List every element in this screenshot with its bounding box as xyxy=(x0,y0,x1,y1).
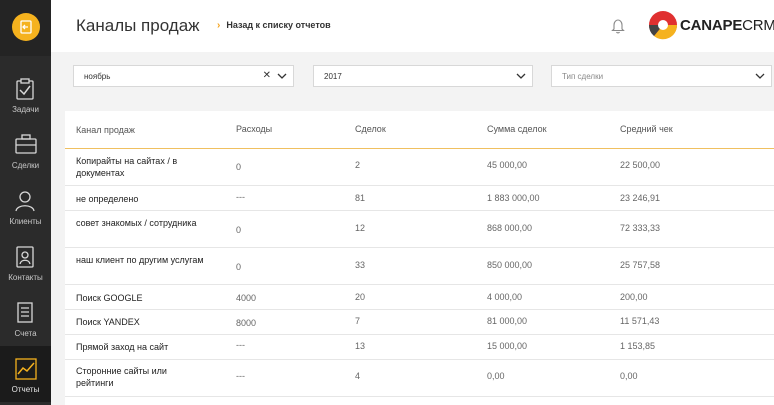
cell-sum: 868 000,00 xyxy=(487,223,533,233)
cell-expenses: 8000 xyxy=(236,318,257,328)
sidebar-item-label: Задачи xyxy=(12,105,39,114)
col-deal-sum[interactable]: Сумма сделок xyxy=(487,124,547,134)
col-average-check[interactable]: Средний чек xyxy=(620,124,673,134)
year-select[interactable]: 2017 xyxy=(313,65,533,87)
cell-average: 200,00 xyxy=(620,292,648,302)
contact-card-icon xyxy=(16,246,34,268)
sidebar: Задачи Сделки Клиенты Контакты Счета Отч… xyxy=(0,0,51,405)
sidebar-item-label: Сделки xyxy=(11,161,40,170)
sidebar-item-invoices[interactable]: Счета xyxy=(0,290,51,346)
chart-icon xyxy=(15,358,37,380)
cell-sum: 81 000,00 xyxy=(487,316,528,326)
cell-expenses: --- xyxy=(236,340,245,350)
sidebar-item-label: Клиенты xyxy=(9,217,42,226)
cell-average: 22 500,00 xyxy=(620,160,661,170)
cell-sum: 45 000,00 xyxy=(487,160,528,170)
sidebar-item-tasks[interactable]: Задачи xyxy=(0,66,51,122)
cell-average: 23 246,91 xyxy=(620,193,661,203)
sidebar-item-reports[interactable]: Отчеты xyxy=(0,346,51,402)
col-channel[interactable]: Канал продаж xyxy=(76,124,206,136)
cell-average: 72 333,33 xyxy=(620,223,661,233)
table-row: Копирайты на сайтах / в документах 0 2 4… xyxy=(65,149,774,186)
sidebar-item-clients[interactable]: Клиенты xyxy=(0,178,51,234)
chevron-down-icon xyxy=(516,73,526,79)
cell-deals: 13 xyxy=(355,341,366,351)
exit-icon xyxy=(20,20,32,34)
cell-sum: 1 883 000,00 xyxy=(487,193,540,203)
bell-icon[interactable] xyxy=(611,18,625,34)
briefcase-icon xyxy=(15,134,37,154)
month-select[interactable]: ноябрь ✕ xyxy=(73,65,294,87)
year-value: 2017 xyxy=(324,72,342,81)
deal-type-placeholder: Тип сделки xyxy=(562,72,604,81)
cell-sum: 15 000,00 xyxy=(487,341,528,351)
sidebar-item-deals[interactable]: Сделки xyxy=(0,122,51,178)
cell-expenses: 0 xyxy=(236,162,242,172)
cell-deals: 4 xyxy=(355,371,361,381)
page-title: Каналы продаж xyxy=(76,16,200,35)
cell-average: 0,00 xyxy=(620,371,638,381)
cell-deals: 12 xyxy=(355,223,366,233)
document-icon xyxy=(17,302,33,323)
deal-type-select[interactable]: Тип сделки xyxy=(551,65,772,87)
col-deals[interactable]: Сделок xyxy=(355,124,386,134)
header: Каналы продаж › Назад к списку отчетов CA… xyxy=(51,0,774,52)
month-value: ноябрь xyxy=(84,72,111,81)
back-to-reports-link[interactable]: › Назад к списку отчетов xyxy=(217,20,331,31)
cell-channel: Прямой заход на сайт xyxy=(76,342,169,352)
brand-logo: CANAPECRM xyxy=(648,10,774,42)
chevron-down-icon xyxy=(755,73,765,79)
cell-sum: 4 000,00 xyxy=(487,292,523,302)
cell-channel: Копирайты на сайтах / в документах xyxy=(76,156,178,178)
table-row: наш клиент по другим услугам 0 33 850 00… xyxy=(65,248,774,285)
cell-average: 25 757,58 xyxy=(620,260,661,270)
chevron-down-icon xyxy=(277,73,287,79)
cell-average: 1 153,85 xyxy=(620,341,656,351)
cell-deals: 33 xyxy=(355,260,366,270)
sidebar-item-contacts[interactable]: Контакты xyxy=(0,234,51,290)
report-table: Канал продаж Расходы Сделок Сумма сделок… xyxy=(65,111,774,405)
table-row: Сторонние сайты или рейтинги --- 4 0,00 … xyxy=(65,360,774,397)
brand-name: CANAPECRM xyxy=(680,17,774,34)
table-row: совет знакомых / сотрудника 0 12 868 000… xyxy=(65,211,774,248)
cell-channel: наш клиент по другим услугам xyxy=(76,255,204,265)
table-row: не определено --- 81 1 883 000,00 23 246… xyxy=(65,186,774,211)
person-icon xyxy=(15,191,35,212)
cell-deals: 2 xyxy=(355,160,361,170)
clipboard-check-icon xyxy=(16,78,34,100)
table-row: Поиск GOOGLE 4000 20 4 000,00 200,00 xyxy=(65,285,774,310)
cell-expenses: --- xyxy=(236,192,245,202)
chevron-right-icon: › xyxy=(217,20,221,31)
cell-sum: 850 000,00 xyxy=(487,260,533,270)
cell-channel: не определено xyxy=(76,194,139,204)
table-row: Поиск YANDEX 8000 7 81 000,00 11 571,43 xyxy=(65,310,774,335)
table-header: Канал продаж Расходы Сделок Сумма сделок… xyxy=(65,111,774,149)
cell-channel: совет знакомых / сотрудника xyxy=(76,218,197,228)
canape-logo-icon xyxy=(648,11,678,40)
cell-channel: Сторонние сайты или рейтинги xyxy=(76,366,167,388)
cell-average: 11 571,43 xyxy=(620,316,660,326)
sidebar-item-label: Счета xyxy=(14,329,37,338)
cell-deals: 81 xyxy=(355,193,366,203)
exit-button[interactable] xyxy=(0,0,51,56)
cell-expenses: --- xyxy=(236,371,245,381)
cell-channel: Поиск GOOGLE xyxy=(76,293,143,303)
cell-deals: 20 xyxy=(355,292,366,302)
cell-expenses: 0 xyxy=(236,225,242,235)
cell-sum: 0,00 xyxy=(487,371,505,381)
table-row: Прямой заход на сайт --- 13 15 000,00 1 … xyxy=(65,335,774,360)
back-link-label: Назад к списку отчетов xyxy=(226,20,331,30)
cell-expenses: 4000 xyxy=(236,293,257,303)
cell-channel: Поиск YANDEX xyxy=(76,317,140,327)
filter-bar: ноябрь ✕ 2017 Тип сделки xyxy=(51,52,774,110)
cell-deals: 7 xyxy=(355,316,361,326)
cell-expenses: 0 xyxy=(236,262,242,272)
sidebar-item-label: Контакты xyxy=(8,273,43,282)
col-expenses[interactable]: Расходы xyxy=(236,124,272,134)
clear-icon[interactable]: ✕ xyxy=(263,70,271,81)
sidebar-item-label: Отчеты xyxy=(11,385,40,394)
